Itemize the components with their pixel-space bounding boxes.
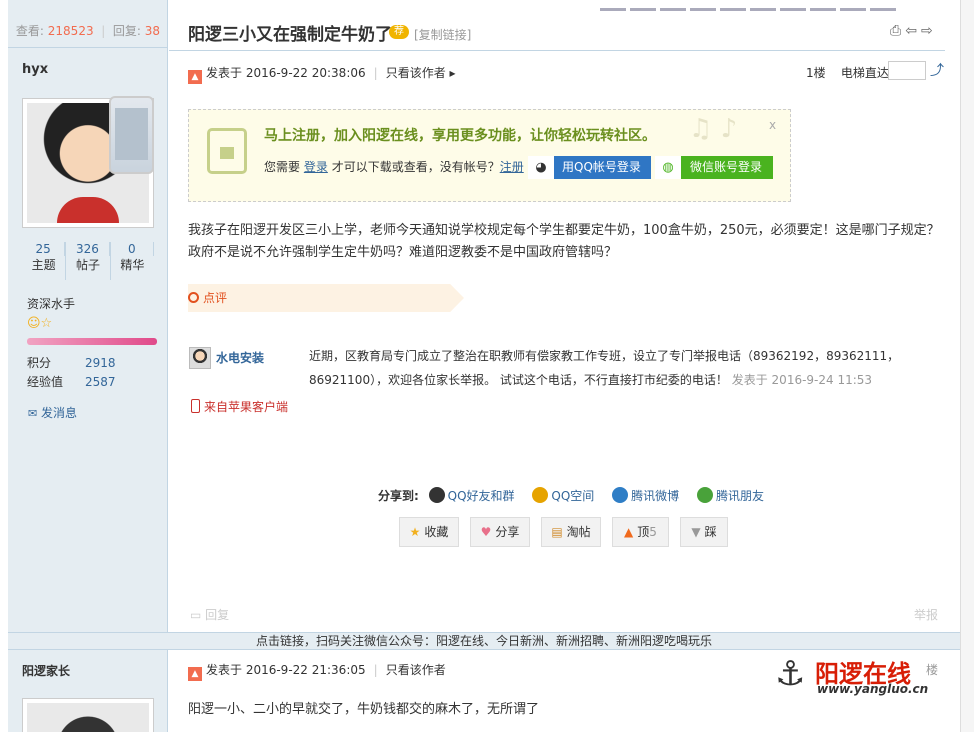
floor-label: 1楼 电梯直达 xyxy=(806,66,889,80)
post-content: 阳逻一小、二小的早就交了，牛奶钱都交的麻木了，无所谓了 xyxy=(188,702,540,717)
share-qq-friends[interactable]: QQ好友和群 xyxy=(428,487,515,503)
close-icon[interactable]: x xyxy=(769,118,776,132)
scrollbar[interactable] xyxy=(960,0,974,732)
music-deco-icon: ♫ ♪ xyxy=(689,114,738,144)
share-qzone[interactable]: QQ空间 xyxy=(532,487,594,503)
thread-tools: ⎙⇦⇨ xyxy=(890,23,937,39)
author-counts: 25 主题 326 帖子 0 精华 xyxy=(22,242,154,280)
online-icon: ▲ xyxy=(188,667,202,681)
next-thread-icon[interactable]: ⇨ xyxy=(921,23,937,39)
thread-stats: 查看: 218523 | 回复: 38 xyxy=(8,14,168,48)
only-author-link[interactable]: 只看该作者 xyxy=(386,663,446,677)
post-content: 我孩子在阳逻开发区三小上学，老师今天通知说学校规定每个学生都要定牛奶，100盒牛… xyxy=(188,223,940,260)
report-link[interactable]: 举报 xyxy=(914,606,938,623)
star-icon: ★ xyxy=(409,525,421,539)
comments-header: 点评 xyxy=(188,284,464,312)
login-link[interactable]: 登录 xyxy=(304,160,328,174)
anchor-icon: ⚓ xyxy=(775,654,806,694)
comment-avatar[interactable] xyxy=(189,347,211,369)
user-rank: 资深水手 xyxy=(27,297,76,311)
arrow-right-icon: ▸ xyxy=(449,66,456,80)
apple-icon xyxy=(109,96,154,174)
circle-icon xyxy=(188,292,199,303)
post-meta: ▲ 发表于 2016-9-22 20:38:06 | 只看该作者 ▸ xyxy=(188,64,456,84)
wechat-follow-bar[interactable]: 点击链接，扫码关注微信公众号：阳逻在线、今日新洲、新洲招聘、新洲阳逻吃喝玩乐 xyxy=(8,632,960,650)
jump-icon[interactable]: ⤴ xyxy=(930,60,944,80)
comment-author[interactable]: 水电安装 xyxy=(216,349,264,366)
level-bar xyxy=(27,338,157,345)
floor-label: 楼 xyxy=(926,663,939,677)
arrow-up-icon: ▲ xyxy=(624,525,634,539)
views-count: 218523 xyxy=(47,24,94,38)
mail-icon: ✉ xyxy=(28,407,38,420)
share-tencent-pengyou[interactable]: 腾讯朋友 xyxy=(696,487,764,503)
heart-icon: ♥ xyxy=(480,525,492,539)
points-row: 积分 2918 xyxy=(27,356,116,370)
qzone-icon xyxy=(532,487,549,503)
reply-link[interactable]: ▭ 回复 xyxy=(190,606,229,623)
top-toolbar-edge xyxy=(600,0,960,11)
qq-login-button[interactable]: ◕ 用QQ帐号登录 xyxy=(528,156,651,179)
replies-count: 38 xyxy=(144,24,161,38)
inbox-icon: ▤ xyxy=(551,525,563,539)
thread-title: 阳逻三小又在强制定牛奶了 xyxy=(188,25,392,45)
only-author-link[interactable]: 只看该作者 xyxy=(386,66,446,80)
divider xyxy=(169,50,945,51)
lock-icon xyxy=(207,128,247,174)
share-button[interactable]: ♥ 分享 xyxy=(470,517,530,547)
share-tencent-weibo[interactable]: 腾讯微博 xyxy=(612,487,679,503)
arrow-down-icon: ▼ xyxy=(691,525,701,539)
upvote-button[interactable]: ▲ 顶5 xyxy=(612,517,669,547)
author-name[interactable]: hyx xyxy=(22,62,48,77)
floor-jump-input[interactable] xyxy=(888,61,926,80)
count-topics[interactable]: 25 主题 xyxy=(22,242,67,280)
author-name[interactable]: 阳逻家长 xyxy=(22,662,70,679)
reply-icon: ▭ xyxy=(190,608,202,622)
register-link[interactable]: 注册 xyxy=(500,160,524,174)
client-source[interactable]: 来自苹果客户端 xyxy=(191,398,288,415)
wechat-icon: ◍ xyxy=(655,156,681,179)
wechat-login-button[interactable]: ◍ 微信账号登录 xyxy=(655,156,773,179)
prev-thread-icon[interactable]: ⇦ xyxy=(905,23,921,39)
recommend-badge: 荐 xyxy=(389,25,409,39)
qq-icon xyxy=(428,487,445,503)
avatar[interactable] xyxy=(22,698,154,732)
online-icon: ▲ xyxy=(188,70,202,84)
print-icon[interactable]: ⎙ xyxy=(890,23,905,39)
favorite-button[interactable]: ★ 收藏 xyxy=(399,517,459,547)
rank-star-icon: ☺☆ xyxy=(27,316,53,331)
exp-row: 经验值 2587 xyxy=(27,375,116,389)
qq-penguin-icon: ◕ xyxy=(528,156,554,179)
send-message-link[interactable]: ✉ 发消息 xyxy=(28,404,77,421)
comment-text: 近期，区教育局专门成立了整治在职教师有偿家教工作专班，设立了专门举报电话（893… xyxy=(309,349,900,387)
share-bar: 分享到: QQ好友和群 QQ空间 腾讯微博 腾讯朋友 xyxy=(378,487,764,503)
post-meta: ▲ 发表于 2016-9-22 21:36:05 | 只看该作者 xyxy=(188,661,446,681)
copy-link[interactable]: [复制链接] xyxy=(414,26,471,43)
downvote-button[interactable]: ▼ 踩 xyxy=(680,517,728,547)
count-posts[interactable]: 326 帖子 xyxy=(66,242,111,280)
count-digest[interactable]: 0 精华 xyxy=(111,242,154,280)
taotie-button[interactable]: ▤ 淘帖 xyxy=(541,517,601,547)
weibo-icon xyxy=(612,487,629,503)
phone-icon xyxy=(191,399,200,413)
clover-icon xyxy=(696,487,713,503)
